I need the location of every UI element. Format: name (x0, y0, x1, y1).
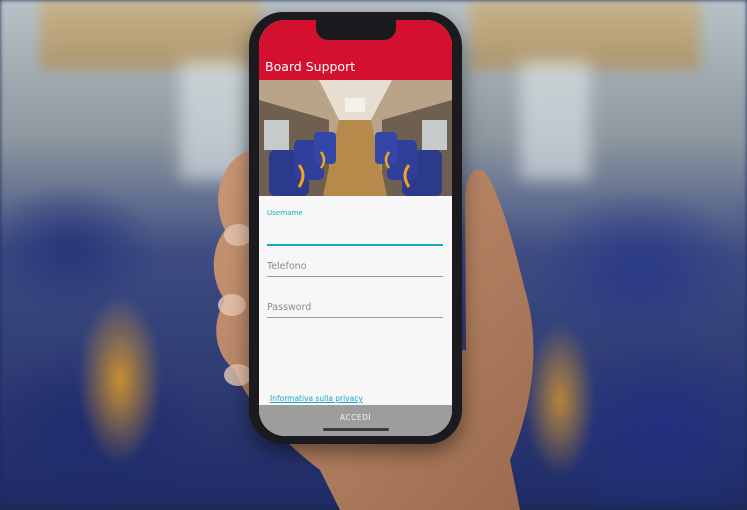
app-screen: Board Support Username Telefono Password… (259, 20, 452, 436)
login-button-bar[interactable]: ACCEDI (259, 405, 452, 436)
username-label: Username (267, 209, 303, 217)
telefono-placeholder: Telefono (267, 261, 307, 272)
hero-illustration (259, 80, 452, 196)
username-field[interactable]: Username (267, 209, 443, 249)
password-placeholder: Password (267, 302, 312, 313)
login-form: Username Telefono Password (259, 196, 452, 414)
username-underline (267, 244, 443, 246)
app-title: Board Support (265, 59, 356, 74)
phone-device: Board Support Username Telefono Password… (249, 12, 462, 444)
home-indicator (323, 428, 389, 431)
train-interior-hero-image (259, 80, 452, 196)
accedi-button[interactable]: ACCEDI (259, 413, 452, 422)
password-underline (267, 317, 443, 318)
phone-notch (316, 20, 396, 40)
telefono-underline (267, 276, 443, 277)
privacy-link[interactable]: Informativa sulla privacy (270, 394, 363, 403)
telefono-field[interactable]: Telefono (267, 254, 443, 278)
password-field[interactable]: Password (267, 295, 443, 319)
